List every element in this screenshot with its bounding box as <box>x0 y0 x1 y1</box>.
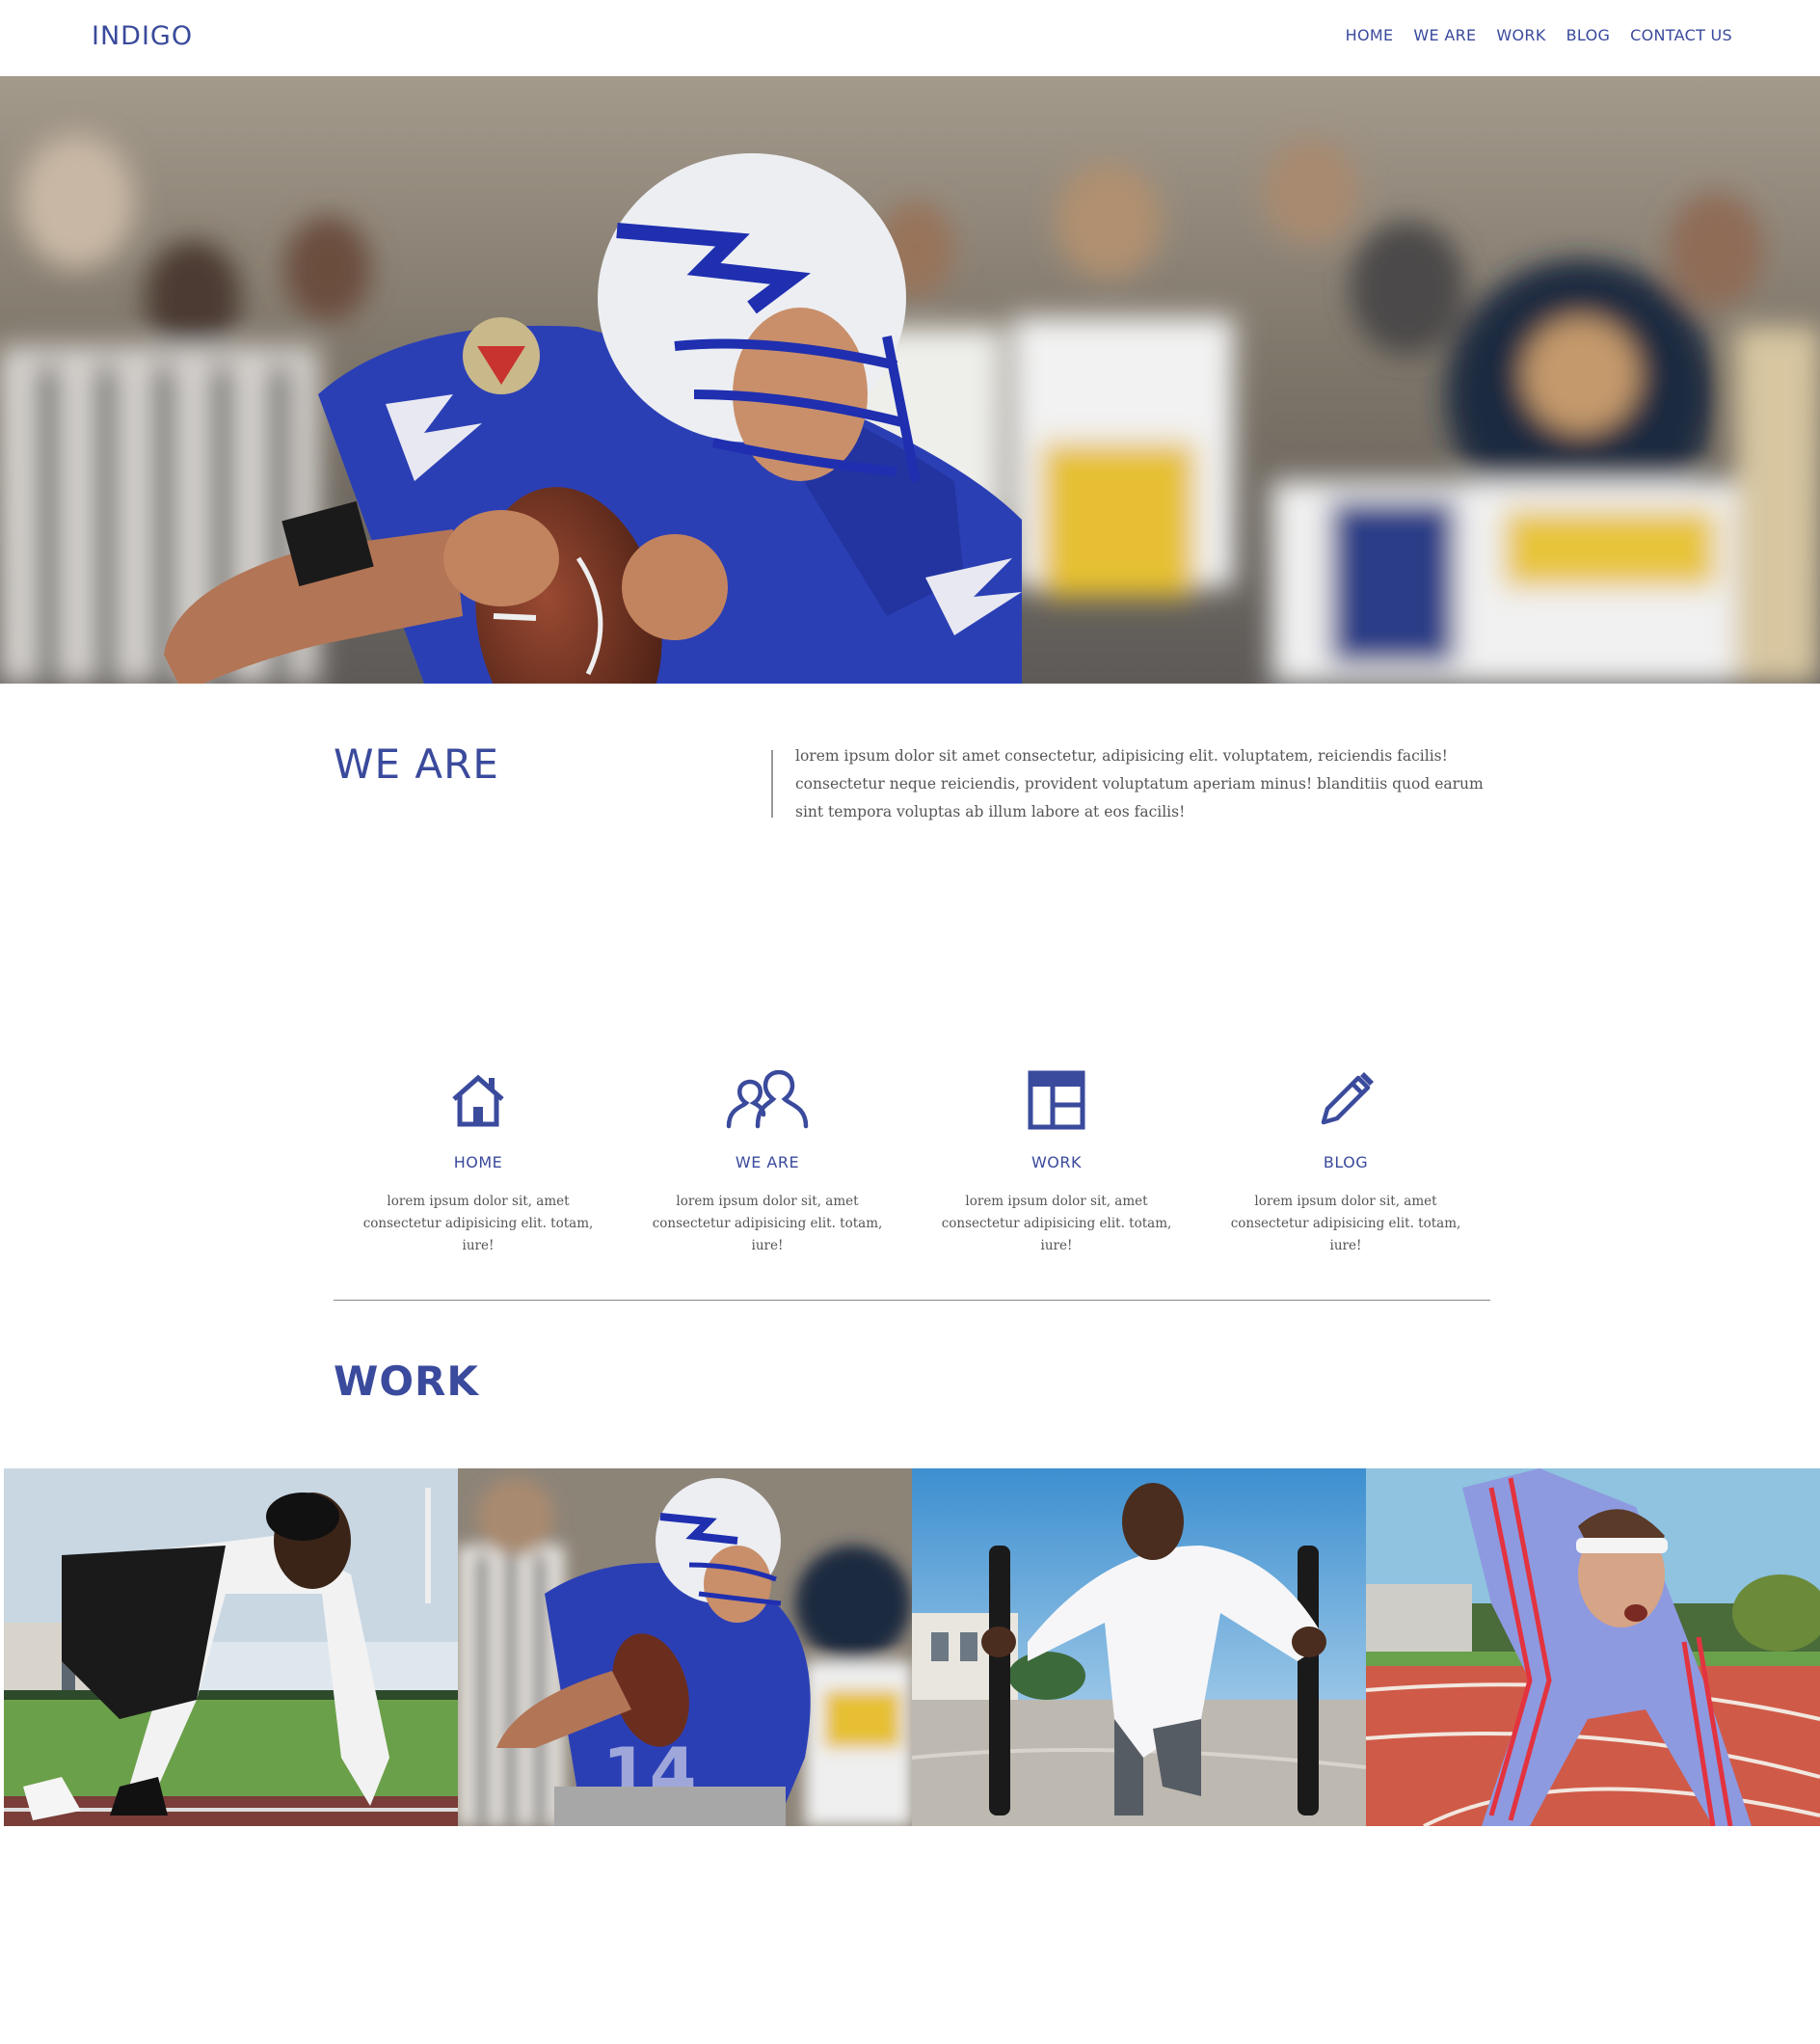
we-are-heading: WE ARE <box>334 740 499 788</box>
nav-we-are[interactable]: WE ARE <box>1413 26 1476 44</box>
gallery-item-quarterback[interactable]: 14 <box>458 1468 912 1826</box>
gallery-item-sprinter[interactable] <box>4 1468 458 1826</box>
work-heading: WORK <box>334 1358 479 1405</box>
users-icon <box>623 1068 912 1132</box>
section-divider <box>334 1300 1490 1301</box>
we-are-divider <box>771 750 773 818</box>
feature-text: lorem ipsum dolor sit, amet consectetur … <box>362 1194 594 1253</box>
nav-contact-us[interactable]: CONTACT US <box>1630 26 1732 44</box>
feature-text: lorem ipsum dolor sit, amet consectetur … <box>652 1194 883 1253</box>
features-row: HOME lorem ipsum dolor sit, amet consect… <box>334 1068 1490 1257</box>
home-icon <box>334 1068 623 1132</box>
feature-title: HOME <box>453 1153 503 1171</box>
feature-text: lorem ipsum dolor sit, amet consectetur … <box>1230 1194 1461 1253</box>
gallery-item-sled-push[interactable] <box>912 1468 1366 1826</box>
work-gallery: 14 <box>4 1468 1820 1826</box>
main-nav: HOME WE ARE WORK BLOG CONTACT US <box>1346 26 1732 44</box>
feature-blog[interactable]: BLOG lorem ipsum dolor sit, amet consect… <box>1201 1068 1490 1257</box>
layout-icon <box>912 1068 1201 1132</box>
feature-title: WORK <box>1030 1153 1083 1171</box>
nav-work[interactable]: WORK <box>1496 26 1545 44</box>
feature-work[interactable]: WORK lorem ipsum dolor sit, amet consect… <box>912 1068 1201 1257</box>
feature-home[interactable]: HOME lorem ipsum dolor sit, amet consect… <box>334 1068 623 1257</box>
feature-title: WE ARE <box>735 1153 800 1171</box>
site-header: INDIGO HOME WE ARE WORK BLOG CONTACT US <box>0 0 1820 76</box>
site-logo[interactable]: INDIGO <box>92 21 193 51</box>
gallery-item-track-runner[interactable] <box>1366 1468 1820 1826</box>
feature-title: BLOG <box>1323 1153 1369 1171</box>
feature-text: lorem ipsum dolor sit, amet consectetur … <box>941 1194 1172 1253</box>
pencil-icon <box>1201 1068 1490 1132</box>
nav-blog[interactable]: BLOG <box>1566 26 1611 44</box>
we-are-text: lorem ipsum dolor sit amet consectetur, … <box>795 747 1484 820</box>
nav-home[interactable]: HOME <box>1346 26 1394 44</box>
hero-image <box>0 76 1820 684</box>
feature-we-are[interactable]: WE ARE lorem ipsum dolor sit, amet conse… <box>623 1068 912 1257</box>
